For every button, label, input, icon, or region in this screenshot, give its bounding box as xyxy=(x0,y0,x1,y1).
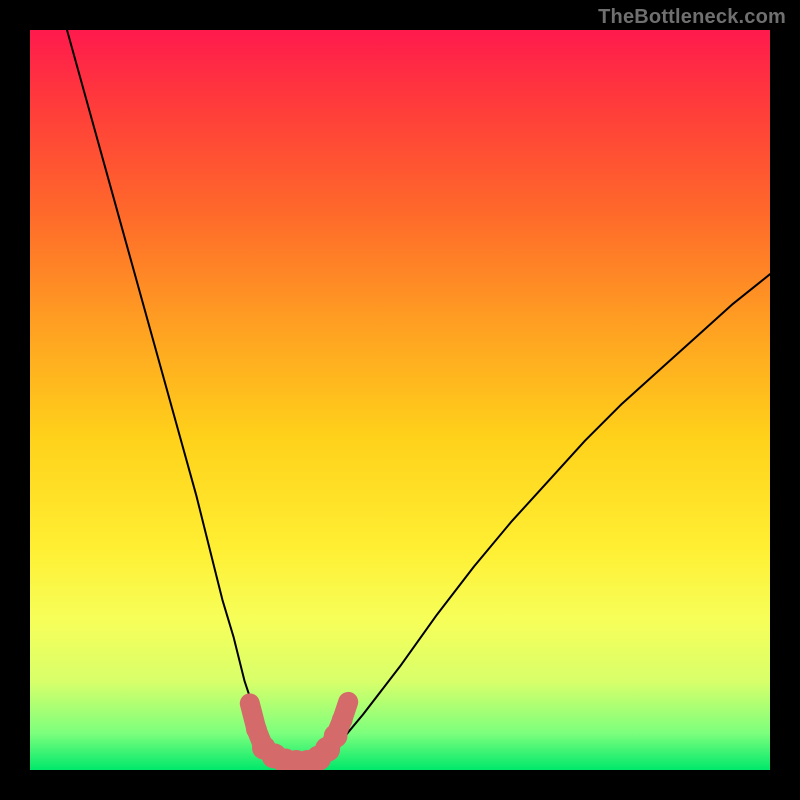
plot-area xyxy=(30,30,770,770)
highlight-dot xyxy=(332,709,353,730)
watermark-text: TheBottleneck.com xyxy=(598,6,786,29)
chart-frame: TheBottleneck.com xyxy=(0,0,800,800)
series-bottleneck-curve xyxy=(67,30,770,763)
highlight-dot xyxy=(340,694,356,710)
highlight-dot xyxy=(242,696,257,711)
curve-layer xyxy=(30,30,770,770)
